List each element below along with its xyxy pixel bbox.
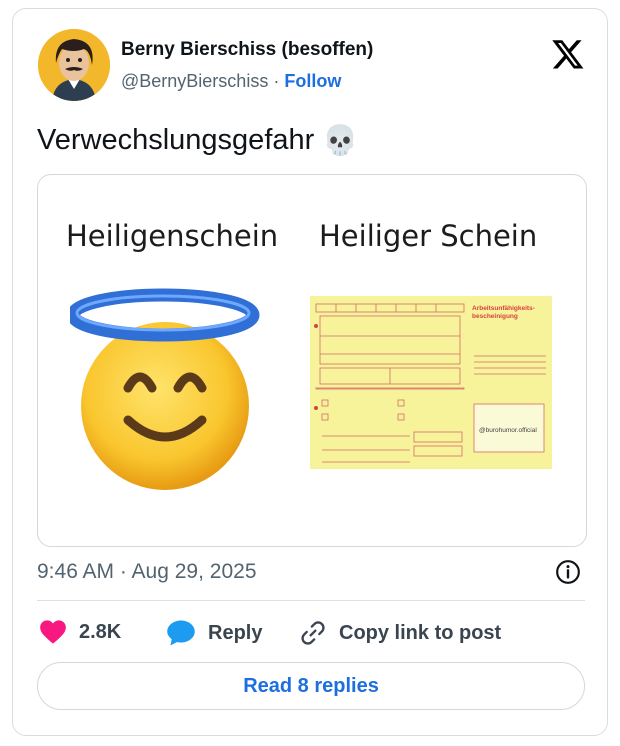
reply-bubble-icon	[167, 620, 195, 646]
like-button[interactable]: 2.8K	[39, 619, 121, 645]
follow-button[interactable]: Follow	[284, 71, 341, 91]
link-icon	[301, 621, 325, 645]
media-image[interactable]: Heiligenschein Heiliger Schein Arbeitsun…	[37, 174, 587, 547]
reply-label: Reply	[208, 621, 263, 644]
separator-dot: ·	[273, 71, 280, 91]
read-replies-button[interactable]: Read 8 replies	[37, 662, 585, 710]
handle-row: @BernyBierschiss · Follow	[121, 71, 341, 92]
tweet-text: Verwechslungsgefahr 💀	[37, 123, 358, 158]
tweet-body: Verwechslungsgefahr	[37, 124, 315, 156]
reply-button[interactable]: Reply	[166, 619, 262, 647]
sick-note-form: Arbeitsunfähigkeits- bescheinigung @buro…	[310, 296, 552, 469]
caption-heiligenschein: Heiligenschein	[66, 219, 279, 253]
avatar[interactable]	[38, 29, 110, 101]
copy-link-label: Copy link to post	[339, 621, 502, 644]
skull-emoji: 💀	[322, 123, 359, 157]
form-title-line1: Arbeitsunfähigkeits-	[472, 305, 535, 312]
info-icon[interactable]	[555, 559, 581, 585]
tweet-card: Berny Bierschiss (besoffen) @BernyBiersc…	[12, 8, 608, 736]
divider	[37, 600, 585, 601]
caption-heiliger-schein: Heiliger Schein	[319, 219, 538, 253]
display-name[interactable]: Berny Bierschiss (besoffen)	[121, 39, 373, 61]
avatar-image	[38, 29, 110, 101]
copy-link-button[interactable]: Copy link to post	[299, 619, 501, 647]
x-logo-icon[interactable]	[551, 37, 585, 71]
timestamp[interactable]: 9:46 AM · Aug 29, 2025	[37, 560, 257, 584]
user-handle[interactable]: @BernyBierschiss	[121, 71, 268, 91]
read-replies-label: Read 8 replies	[243, 674, 379, 697]
form-watermark: @burohumor.official	[479, 427, 537, 434]
heart-icon	[40, 620, 66, 644]
like-count: 2.8K	[79, 620, 122, 643]
form-graphic: Arbeitsunfähigkeits- bescheinigung @buro…	[310, 296, 552, 469]
halo-smiley-icon	[70, 288, 260, 490]
form-title-line2: bescheinigung	[472, 313, 518, 320]
